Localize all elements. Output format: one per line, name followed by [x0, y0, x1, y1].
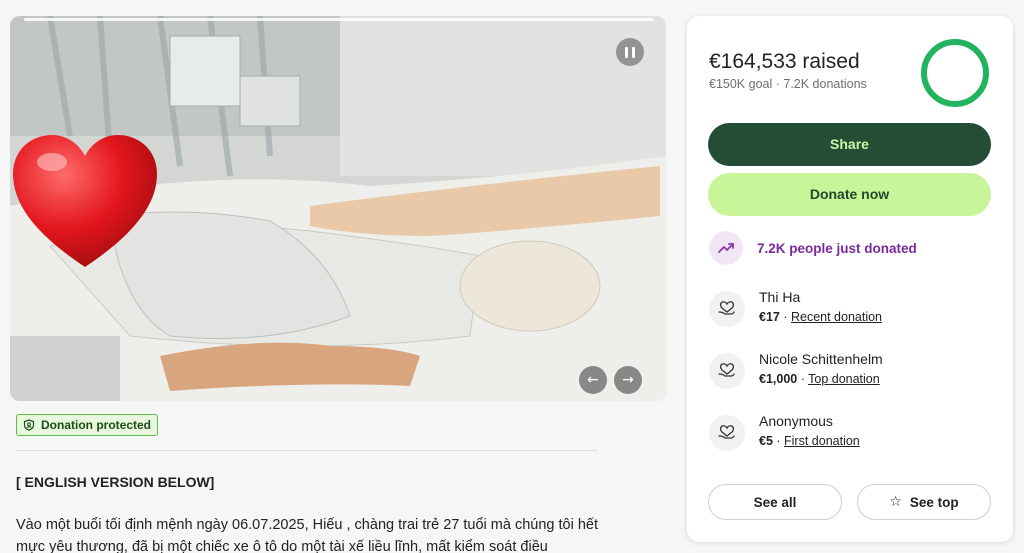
see-all-label: See all	[753, 494, 797, 510]
amount-raised: €164,533 raised	[709, 50, 860, 73]
donor-amount: €5	[759, 434, 773, 448]
goal-separator: ·	[772, 77, 784, 91]
donor-kind-link[interactable]: Top donation	[808, 372, 880, 386]
arrow-right-icon[interactable]: →	[614, 366, 642, 394]
donor-name: Anonymous	[759, 413, 833, 429]
see-top-button[interactable]: ☆ See top	[857, 484, 991, 520]
heart-hand-icon	[709, 291, 745, 327]
donor-item: Thi Ha €17 · Recent donation	[709, 288, 882, 328]
see-all-button[interactable]: See all	[708, 484, 842, 520]
trending-up-icon	[709, 231, 743, 265]
story-paragraph: Vào một buổi tối định mệnh ngày 06.07.20…	[16, 517, 598, 553]
donor-separator: ·	[772, 434, 785, 448]
red-heart-icon	[13, 135, 157, 267]
donor-name: Thi Ha	[759, 289, 801, 305]
star-icon: ☆	[889, 494, 902, 510]
donor-amount: €1,000	[759, 372, 798, 386]
donation-protected-badge[interactable]: Donation protected	[16, 414, 158, 436]
donor-item: Nicole Schittenhelm €1,000 · Top donatio…	[709, 350, 883, 390]
badge-label: Donation protected	[41, 418, 151, 432]
activity-text: 7.2K people just donated	[757, 240, 917, 256]
heart-hand-icon	[709, 415, 745, 451]
donor-item: Anonymous €5 · First donation	[709, 412, 860, 452]
donor-separator: ·	[797, 372, 809, 386]
shield-check-icon	[23, 419, 35, 431]
donor-amount: €17	[759, 310, 780, 324]
donor-kind-link[interactable]: Recent donation	[791, 310, 882, 324]
goal-summary: €150K goal · 7.2K donations	[709, 77, 867, 91]
arrow-left-icon[interactable]: ←	[579, 366, 607, 394]
progress-ring	[921, 39, 989, 107]
donation-card: €164,533 raised €150K goal · 7.2K donati…	[687, 16, 1013, 542]
donor-kind-link[interactable]: First donation	[784, 434, 860, 448]
donate-now-button[interactable]: Donate now	[708, 173, 991, 216]
donor-separator: ·	[779, 310, 791, 324]
slide-progress-bar	[24, 18, 654, 21]
divider	[16, 450, 598, 451]
goal-amount: €150K goal	[709, 77, 773, 91]
donation-count: 7.2K donations	[783, 77, 867, 91]
pause-icon[interactable]	[616, 38, 644, 66]
recent-activity: 7.2K people just donated	[709, 230, 917, 266]
heart-hand-icon	[709, 353, 745, 389]
donor-name: Nicole Schittenhelm	[759, 351, 883, 367]
story-heading: [ ENGLISH VERSION BELOW]	[16, 474, 215, 490]
see-top-label: See top	[909, 494, 959, 510]
share-button[interactable]: Share	[708, 123, 991, 166]
fundraiser-photo[interactable]: ← →	[10, 16, 666, 401]
